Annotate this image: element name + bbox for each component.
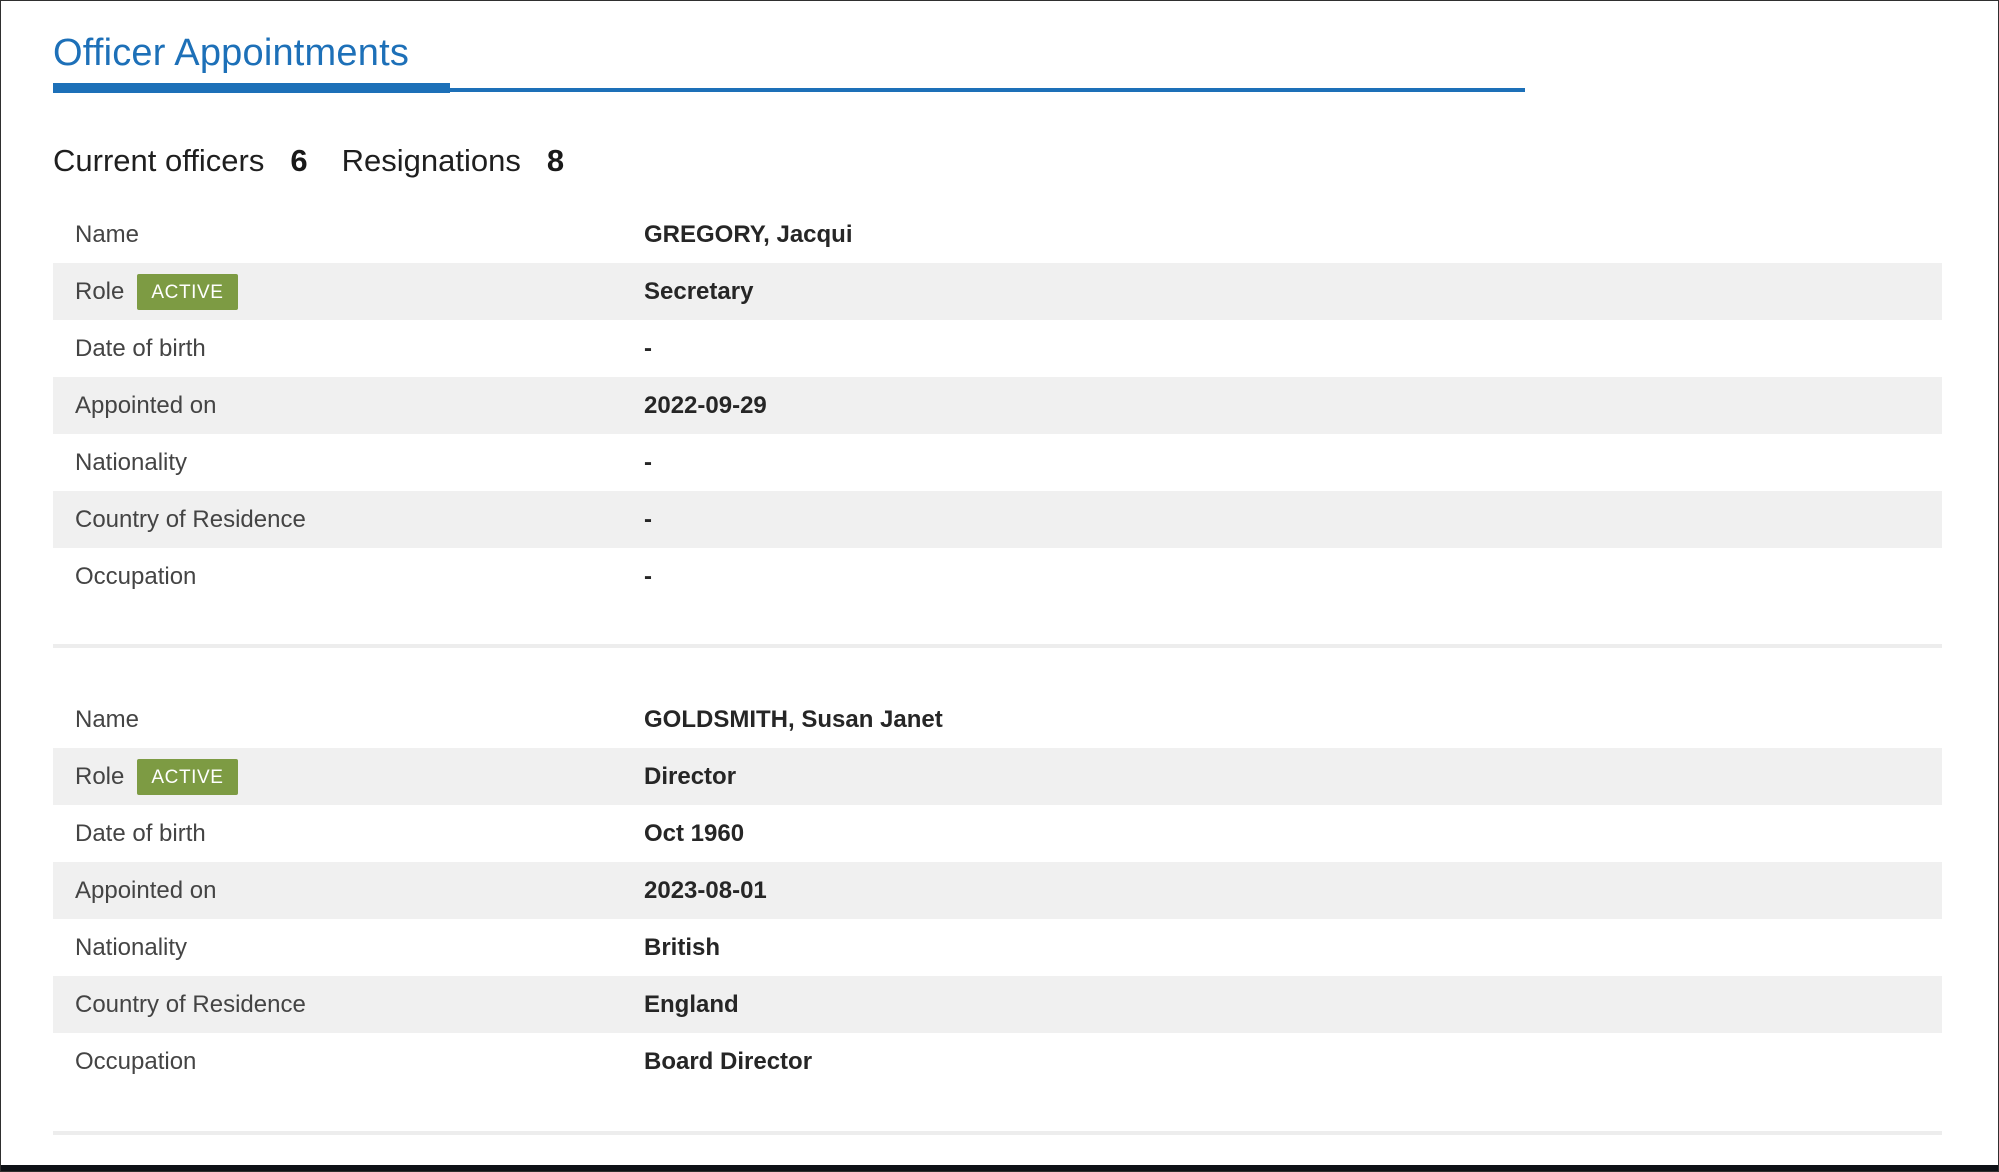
active-status-badge: ACTIVE	[137, 759, 237, 795]
row-value: GREGORY, Jacqui	[644, 221, 853, 249]
table-row: Occupation Board Director	[53, 1033, 1942, 1090]
row-label: Occupation	[75, 563, 196, 591]
table-row: Date of birth -	[53, 320, 1942, 377]
bottom-window-edge-bar	[1, 1165, 1998, 1171]
table-row: Country of Residence England	[53, 976, 1942, 1033]
row-label: Appointed on	[75, 877, 216, 905]
table-row: Name GOLDSMITH, Susan Janet	[53, 691, 1942, 748]
table-row: Country of Residence -	[53, 491, 1942, 548]
row-value: GOLDSMITH, Susan Janet	[644, 706, 943, 734]
row-value: -	[644, 506, 652, 534]
table-row: Role ACTIVE Director	[53, 748, 1942, 805]
row-value: -	[644, 563, 652, 591]
resignations-label: Resignations	[342, 143, 521, 179]
active-status-badge: ACTIVE	[137, 274, 237, 310]
table-row: Appointed on 2023-08-01	[53, 862, 1942, 919]
row-label: Nationality	[75, 449, 187, 477]
row-value: British	[644, 934, 720, 962]
row-label: Country of Residence	[75, 506, 306, 534]
row-label: Nationality	[75, 934, 187, 962]
page-title: Officer Appointments	[53, 31, 1998, 75]
row-label: Date of birth	[75, 820, 206, 848]
row-label: Date of birth	[75, 335, 206, 363]
row-value: -	[644, 449, 652, 477]
row-label: Role	[75, 763, 124, 791]
officer-card: Name GOLDSMITH, Susan Janet Role ACTIVE …	[53, 691, 1942, 1090]
table-row: Appointed on 2022-09-29	[53, 377, 1942, 434]
row-value: -	[644, 335, 652, 363]
row-value: 2023-08-01	[644, 877, 767, 905]
table-row: Name GREGORY, Jacqui	[53, 206, 1942, 263]
table-row: Role ACTIVE Secretary	[53, 263, 1942, 320]
row-label: Country of Residence	[75, 991, 306, 1019]
row-value: Oct 1960	[644, 820, 744, 848]
current-officers-count: 6	[290, 143, 307, 179]
resignations-count: 8	[547, 143, 564, 179]
officer-appointments-page: Officer Appointments Current officers 6 …	[0, 0, 1999, 1172]
officer-card: Name GREGORY, Jacqui Role ACTIVE Secreta…	[53, 206, 1942, 605]
row-value: Director	[644, 763, 736, 791]
row-label: Name	[75, 221, 139, 249]
row-label: Occupation	[75, 1048, 196, 1076]
section-end-divider	[53, 1131, 1942, 1135]
row-value: Secretary	[644, 278, 753, 306]
row-value: 2022-09-29	[644, 392, 767, 420]
title-underline	[53, 83, 1525, 93]
officer-divider	[53, 644, 1942, 648]
row-value: England	[644, 991, 739, 1019]
table-row: Date of birth Oct 1960	[53, 805, 1942, 862]
row-label: Role	[75, 278, 124, 306]
row-label: Name	[75, 706, 139, 734]
table-row: Nationality -	[53, 434, 1942, 491]
officers-summary-heading: Current officers 6 Resignations 8	[53, 143, 1998, 179]
current-officers-label: Current officers	[53, 143, 264, 179]
row-value: Board Director	[644, 1048, 812, 1076]
table-row: Nationality British	[53, 919, 1942, 976]
row-label: Appointed on	[75, 392, 216, 420]
table-row: Occupation -	[53, 548, 1942, 605]
